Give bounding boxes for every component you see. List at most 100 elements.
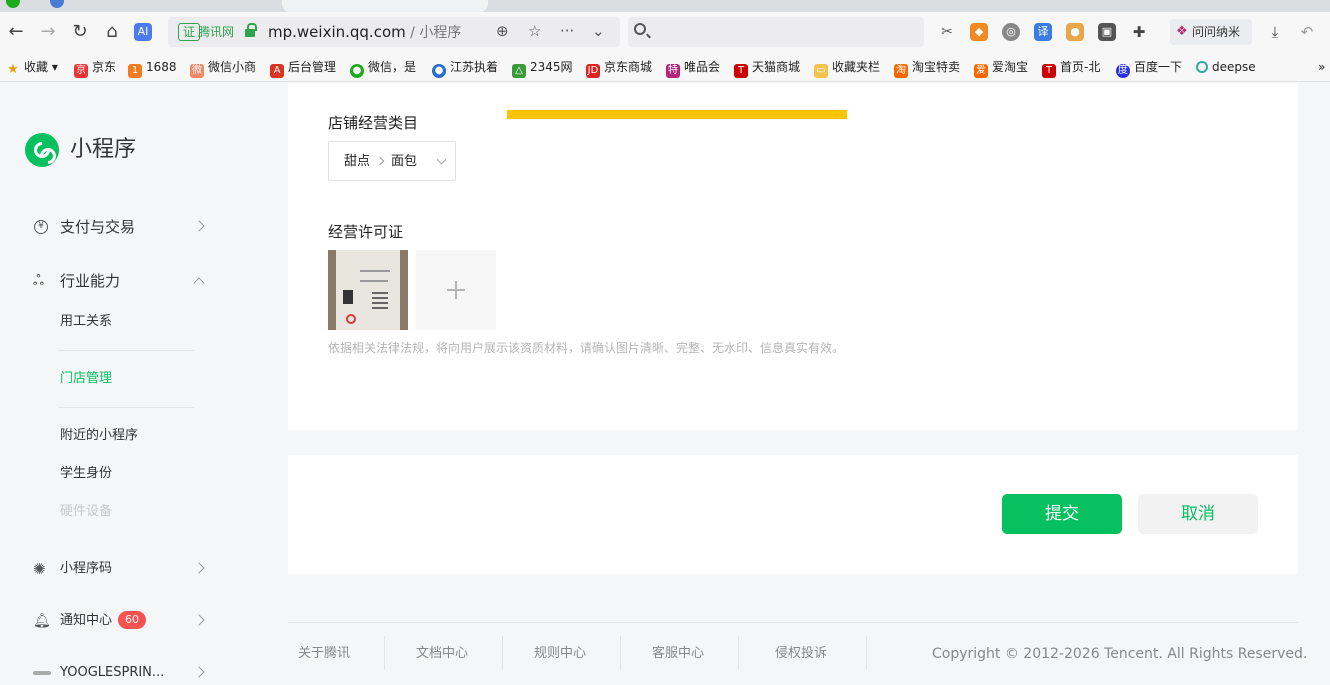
translate-icon[interactable]: 译 bbox=[1034, 23, 1052, 41]
footer-link-about[interactable]: 关于腾讯 bbox=[298, 644, 350, 664]
chevron-right-icon bbox=[193, 220, 205, 232]
miniprogram-logo-icon bbox=[25, 133, 59, 167]
sidebar-item-label: 通知中心 60 bbox=[60, 609, 147, 633]
bookmark-item[interactable]: 特唯品会 bbox=[666, 58, 720, 78]
cert-badge: 证 bbox=[178, 23, 201, 41]
cancel-button[interactable]: 取消 bbox=[1138, 494, 1258, 534]
chevron-down-icon bbox=[436, 154, 447, 165]
bookmark-item[interactable]: A 后台管理 bbox=[270, 58, 336, 78]
footer-link-infringement[interactable]: 侵权投诉 bbox=[775, 644, 827, 664]
license-label: 经营许可证 bbox=[328, 223, 404, 241]
bookmark-item[interactable]: 1 1688 bbox=[128, 58, 177, 78]
seal-icon bbox=[346, 314, 356, 324]
license-thumbnail[interactable] bbox=[328, 250, 408, 330]
upload-button[interactable] bbox=[416, 250, 496, 330]
bookmark-item[interactable]: ★ 收藏 ▾ bbox=[6, 58, 58, 77]
sidebar-item-qrcode[interactable]: ✺ 小程序码 bbox=[33, 557, 205, 581]
sidebar-item-label: 行业能力 bbox=[60, 272, 121, 290]
bookmark-item[interactable]: T 天猫商城 bbox=[734, 58, 800, 78]
bookmark-item[interactable]: △ 2345网 bbox=[512, 58, 573, 78]
bookmark-item[interactable]: ● 微信，是 bbox=[350, 58, 416, 78]
bookmark-item[interactable]: deepse bbox=[1196, 58, 1256, 76]
footer-link-service[interactable]: 客服中心 bbox=[652, 644, 704, 664]
account-name: YOOGLESPRIN... bbox=[60, 665, 165, 680]
fox-extension-icon[interactable]: ◆ bbox=[970, 23, 988, 41]
nodes-icon: ஃ bbox=[33, 273, 44, 289]
cert-text: 腾讯网 bbox=[198, 25, 235, 39]
bookmark-item[interactable]: 度百度一下 bbox=[1116, 58, 1182, 78]
chevron-down-icon[interactable]: ⌄ bbox=[592, 22, 605, 40]
ai-icon[interactable]: AI bbox=[134, 23, 152, 41]
bookmark-item[interactable]: 京京东 bbox=[74, 58, 116, 78]
divider bbox=[384, 636, 385, 670]
license-hint: 依据相关法律法规，将向用户展示该资质材料，请确认图片清晰、完整、无水印、信息真实… bbox=[328, 341, 845, 355]
bookmark-item[interactable]: T 首页-北 bbox=[1042, 58, 1100, 78]
divider bbox=[866, 636, 867, 670]
dog-extension-icon[interactable]: ● bbox=[1066, 23, 1084, 41]
url-text: mp.weixin.qq.com / 小程序 bbox=[268, 23, 462, 41]
category-label: 店铺经营类目 bbox=[328, 114, 419, 132]
footer-link-docs[interactable]: 文档中心 bbox=[416, 644, 468, 664]
bookmark-item[interactable]: ▭ 收藏夹栏 bbox=[814, 58, 880, 78]
wechat-tab-icon[interactable] bbox=[6, 0, 20, 8]
bookmark-item[interactable]: 爱爱淘宝 bbox=[974, 58, 1028, 78]
wenwen-extension-button[interactable]: 问问纳米 bbox=[1170, 19, 1252, 45]
sidebar-item-label: 小程序码 bbox=[60, 561, 113, 576]
chevron-right-icon bbox=[193, 562, 205, 574]
box-extension-icon[interactable]: ▣ bbox=[1098, 23, 1116, 41]
submit-button[interactable]: 提交 bbox=[1002, 494, 1122, 534]
download-icon[interactable]: ⤓ bbox=[1266, 23, 1284, 41]
forward-icon[interactable]: → bbox=[36, 20, 60, 44]
undo-icon[interactable]: ↶ bbox=[1298, 23, 1316, 41]
browser-toolbar: ← → ↻ ⌂ AI 证 腾讯网 mp.weixin.qq.com / 小程序 … bbox=[0, 12, 1330, 52]
puzzle-icon[interactable]: ✚ bbox=[1130, 23, 1148, 41]
sun-qrcode-icon: ✺ bbox=[33, 560, 46, 578]
divider bbox=[58, 350, 194, 351]
divider bbox=[58, 407, 194, 408]
bookmark-item[interactable]: ● 江苏执着 bbox=[432, 58, 498, 78]
search-input[interactable] bbox=[628, 17, 924, 47]
back-icon[interactable]: ← bbox=[4, 20, 28, 44]
divider bbox=[738, 636, 739, 670]
app-title: 小程序 bbox=[70, 137, 137, 162]
location-icon[interactable]: ⊕ bbox=[496, 22, 509, 40]
search-icon bbox=[634, 23, 646, 35]
category-select[interactable]: 甜点 面包 bbox=[328, 141, 456, 181]
category-level2: 面包 bbox=[391, 154, 418, 169]
sidebar-sub-hardware[interactable]: 硬件设备 bbox=[60, 502, 112, 522]
bookmark-item[interactable]: JD 京东商城 bbox=[586, 58, 652, 78]
chevron-right-icon bbox=[193, 614, 205, 626]
tab-strip bbox=[0, 0, 1330, 12]
address-bar[interactable]: 证 腾讯网 mp.weixin.qq.com / 小程序 ⊕ ☆ ··· ⌄ bbox=[168, 17, 620, 47]
highlight-bar bbox=[507, 110, 847, 119]
chevron-right-icon bbox=[375, 156, 385, 166]
home-icon[interactable]: ⌂ bbox=[100, 20, 124, 44]
star-icon[interactable]: ☆ bbox=[528, 22, 541, 40]
sidebar-item-pay[interactable]: ¥ 支付与交易 bbox=[33, 215, 205, 239]
reload-icon[interactable]: ↻ bbox=[68, 20, 92, 44]
sidebar-sub-nearby[interactable]: 附近的小程序 bbox=[60, 426, 138, 446]
account-avatar-icon bbox=[33, 671, 51, 675]
active-tab[interactable] bbox=[282, 0, 488, 12]
footer-link-rules[interactable]: 规则中心 bbox=[534, 644, 586, 664]
sidebar-item-industry[interactable]: ஃ 行业能力 bbox=[33, 269, 205, 293]
chevron-right-icon bbox=[193, 666, 205, 678]
bookmark-item[interactable]: 微微信小商 bbox=[190, 58, 256, 78]
sidebar-sub-employment[interactable]: 用工关系 bbox=[60, 312, 112, 332]
extension-icon[interactable]: ◎ bbox=[1002, 23, 1020, 41]
sidebar: 小程序 ¥ 支付与交易 ஃ 行业能力 用工关系 门店管理 附近的小程序 学生身份… bbox=[0, 83, 284, 682]
scissors-icon[interactable]: ✂ bbox=[938, 23, 956, 41]
chevron-up-icon bbox=[193, 277, 205, 289]
more-bookmarks-icon[interactable]: » bbox=[1318, 58, 1325, 76]
copyright: Copyright © 2012-2026 Tencent. All Right… bbox=[932, 646, 1308, 662]
sidebar-sub-store[interactable]: 门店管理 bbox=[60, 369, 112, 389]
bookmark-item[interactable]: 淘淘宝特卖 bbox=[894, 58, 960, 78]
more-icon[interactable]: ··· bbox=[560, 22, 574, 40]
tab-icon[interactable] bbox=[50, 0, 64, 8]
sidebar-sub-student[interactable]: 学生身份 bbox=[60, 464, 112, 484]
sidebar-item-notify[interactable]: 🔔︎ 通知中心 60 bbox=[33, 609, 205, 633]
sidebar-item-account[interactable]: YOOGLESPRIN... bbox=[33, 661, 205, 685]
divider bbox=[620, 636, 621, 670]
footer-divider bbox=[288, 622, 1298, 623]
bookmarks-bar: ★ 收藏 ▾ 京京东 1 1688 微微信小商 A 后台管理 ● 微信，是 ● 江苏执着 … bbox=[0, 52, 1330, 82]
